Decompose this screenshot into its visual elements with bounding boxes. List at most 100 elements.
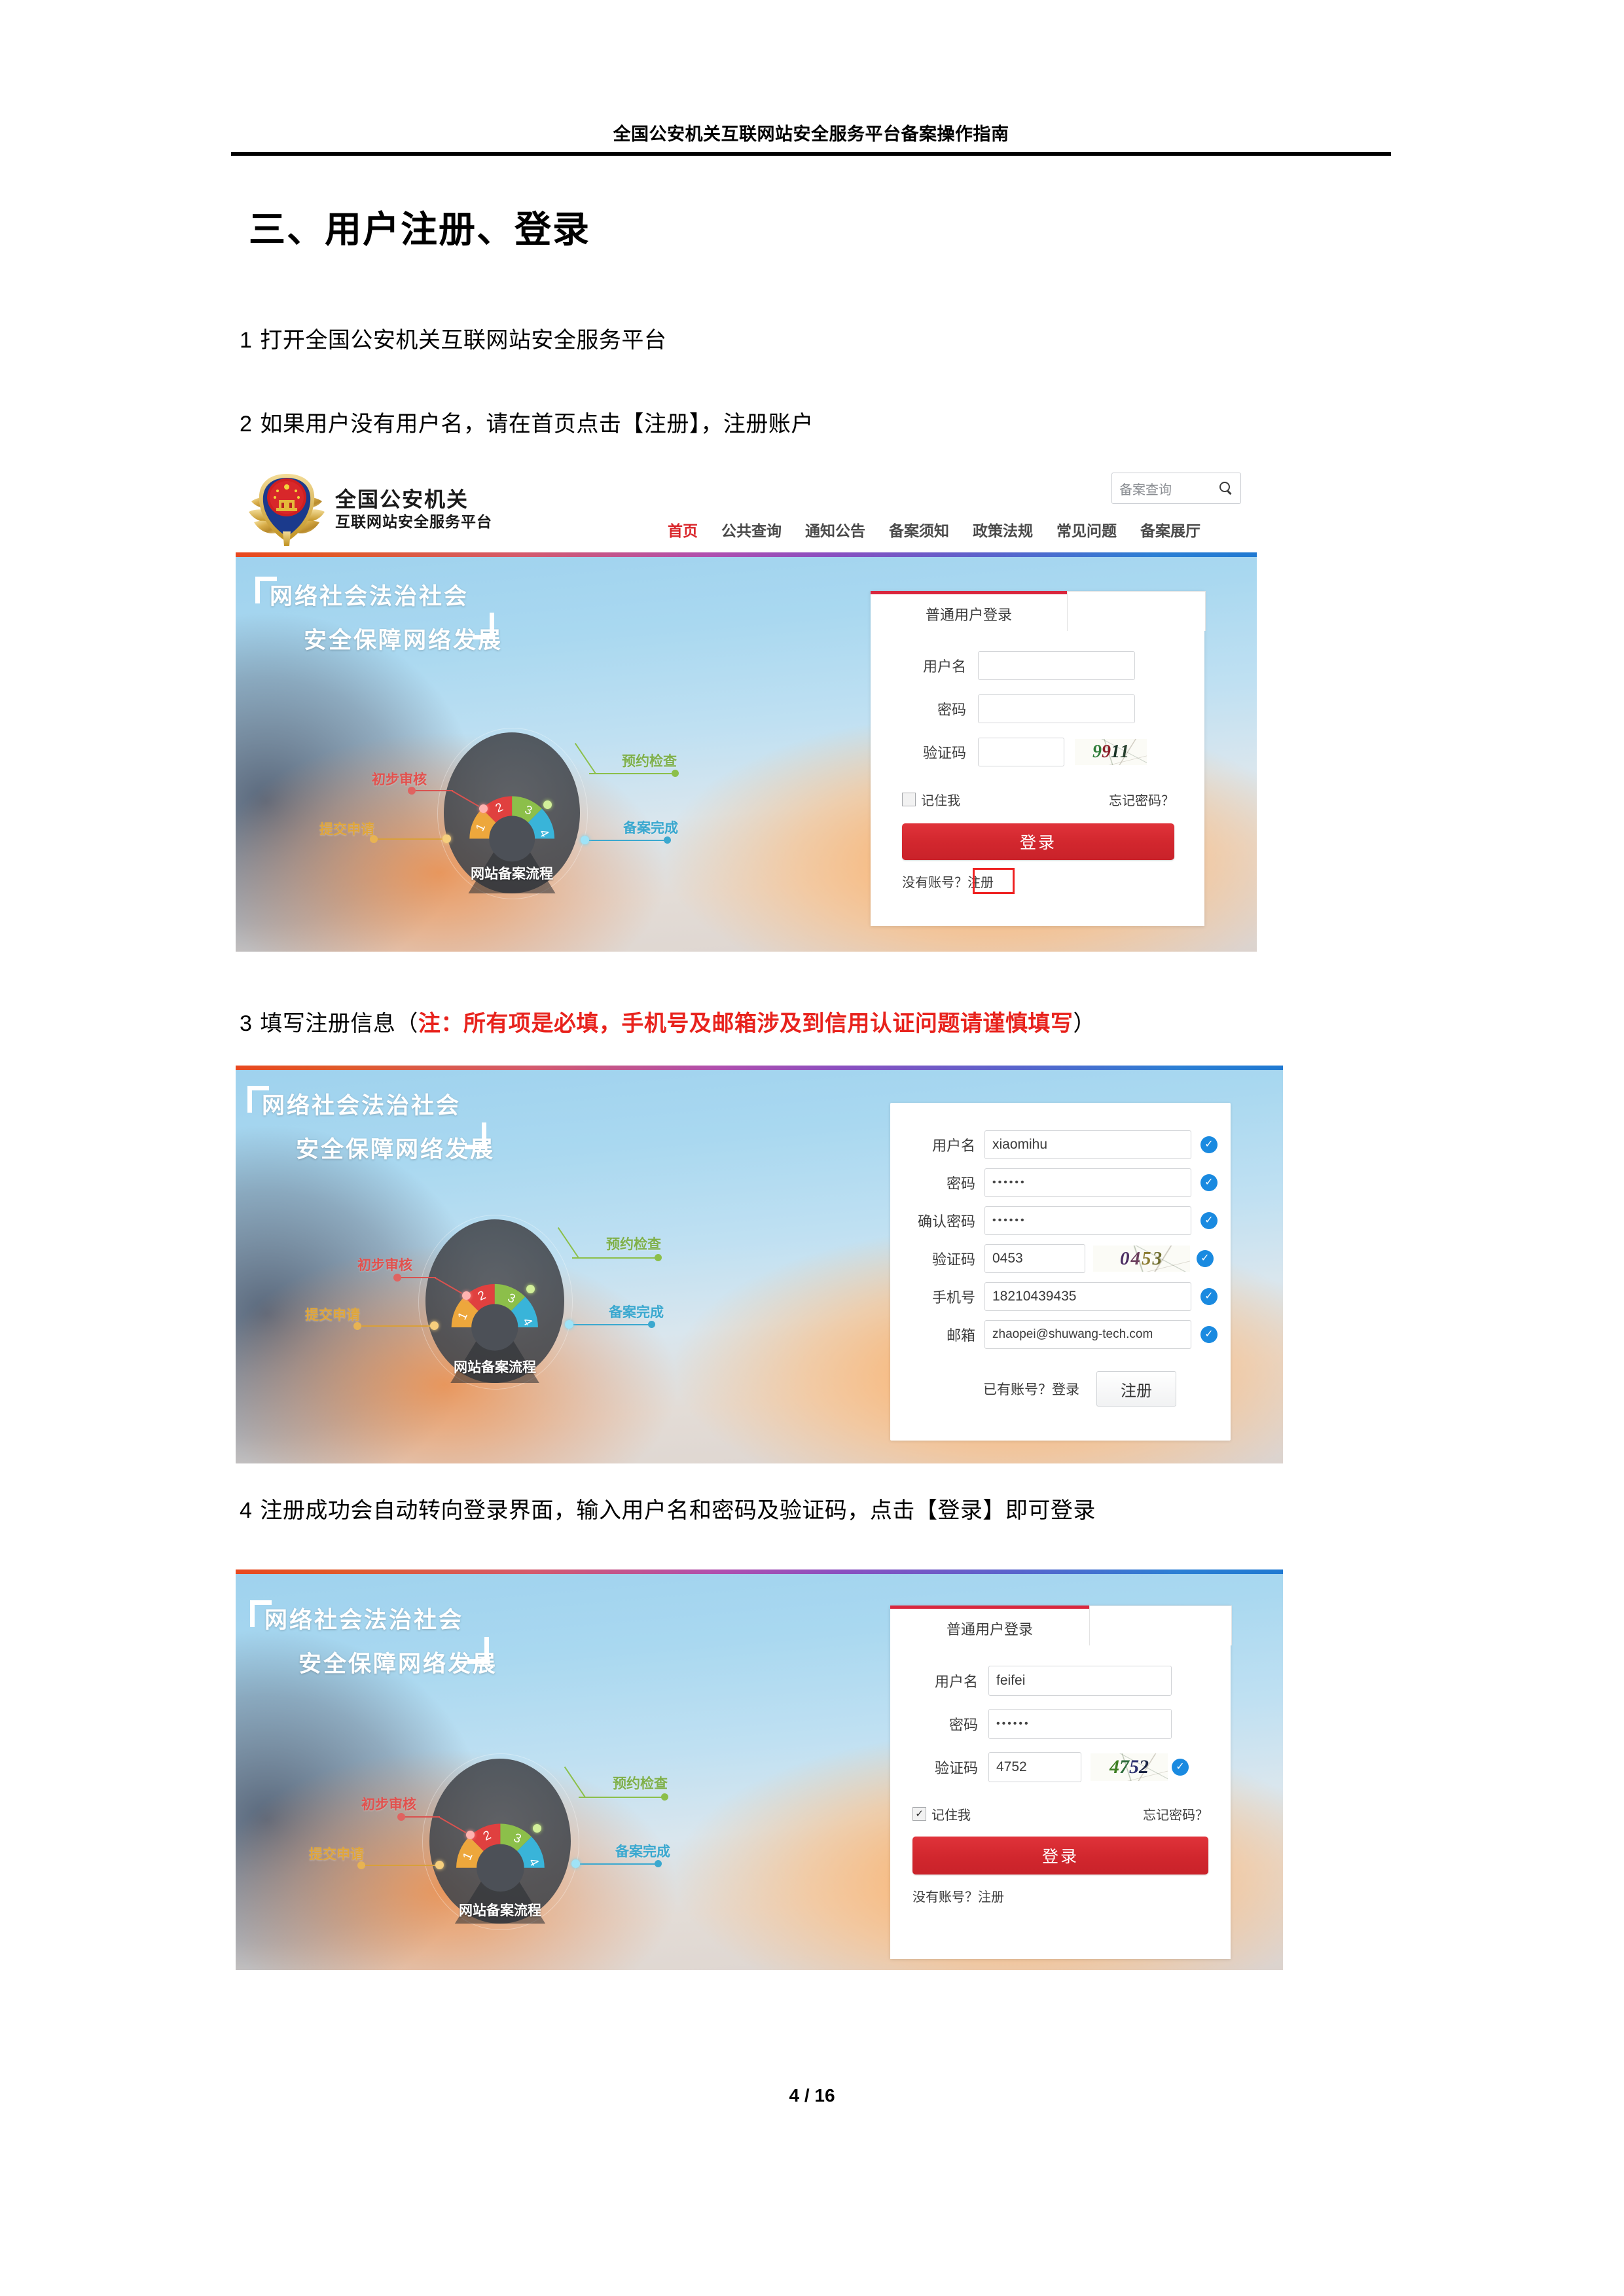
register-email-value: zhaopei@shuwang-tech.com — [992, 1327, 1153, 1341]
register-captcha-input[interactable]: 0453 — [984, 1244, 1085, 1273]
register-captcha-char-3: 5 — [1142, 1247, 1153, 1269]
register-password-input[interactable]: •••••• — [984, 1168, 1191, 1197]
step-4: 4 注册成功会自动转向登录界面，输入用户名和密码及验证码，点击【登录】即可登录 — [240, 1492, 1096, 1524]
login2-username-label: 用户名 — [934, 1674, 978, 1690]
callout-dot-2-3 — [397, 1813, 405, 1821]
step-4-text: 注册成功会自动转向登录界面，输入用户名和密码及验证码，点击【登录】即可登录 — [260, 1498, 1096, 1523]
hero-slogan-line-1: 网络社会法治社会 — [270, 584, 469, 609]
register-link-2[interactable]: 注册 — [978, 1886, 1004, 1905]
register-email-input[interactable]: zhaopei@shuwang-tech.com — [984, 1320, 1191, 1349]
register-username-input[interactable]: xiaomihu — [984, 1130, 1191, 1159]
gradient-divider-bar-2 — [236, 1066, 1283, 1070]
callout-endpoint-2 — [479, 804, 488, 813]
nav-item-public-query[interactable]: 公共查询 — [721, 518, 782, 541]
tab-secondary-2[interactable] — [1089, 1605, 1232, 1645]
register-phone-input[interactable]: 18210439435 — [984, 1282, 1191, 1311]
callout-endpoint-3 — [543, 800, 552, 809]
forgot-password-link-2[interactable]: 忘记密码？ — [1143, 1804, 1208, 1823]
step-2: 2 如果用户没有用户名，请在首页点击【注册】，注册账户 — [240, 406, 814, 438]
register-captcha-image[interactable]: 0453 — [1093, 1246, 1190, 1272]
wheel-title: 网站备案流程 — [471, 867, 553, 882]
login-button-2[interactable]: 登录 — [912, 1837, 1208, 1874]
login-username-row: 用户名 — [901, 651, 1204, 680]
register-email-row: 邮箱 zhaopei@shuwang-tech.com ✓ — [907, 1320, 1231, 1349]
no-account-row-2: 没有账号？ 注册 — [912, 1886, 1231, 1905]
captcha-char-4: 1 — [1120, 742, 1129, 762]
no-account-row: 没有账号？ 注册 — [902, 868, 1204, 894]
registration-card: 用户名 xiaomihu ✓ 密码 •••••• ✓ 确认密码 •••••• ✓… — [890, 1103, 1231, 1441]
login-username-input[interactable] — [978, 651, 1135, 680]
tab-normal-user-login-2[interactable]: 普通用户登录 — [890, 1605, 1089, 1648]
callout-line-1-2 — [360, 1325, 433, 1327]
callout-submit-application-3: 提交申请 — [309, 1847, 364, 1862]
login2-captcha-char-2: 7 — [1119, 1756, 1129, 1778]
tab-secondary[interactable] — [1067, 591, 1206, 631]
callout-endpoint-2-3 — [466, 1831, 475, 1839]
callout-appointment-check-2: 预约检查 — [606, 1237, 661, 1252]
running-header-text: 全国公安机关互联网站安全服务平台备案操作指南 — [613, 124, 1009, 144]
remember-me-control[interactable]: 记住我 — [902, 790, 960, 809]
register-captcha-row: 验证码 0453 0453 ✓ — [907, 1244, 1231, 1273]
login2-password-input[interactable]: •••••• — [988, 1709, 1172, 1739]
callout-line-4-2 — [573, 1324, 652, 1325]
step-2-text: 如果用户没有用户名，请在首页点击【注册】，注册账户 — [260, 412, 814, 437]
login2-username-input[interactable]: feifei — [988, 1666, 1172, 1696]
login2-captcha-image[interactable]: 4752 — [1091, 1753, 1168, 1781]
login2-captcha-input[interactable]: 4752 — [988, 1752, 1081, 1782]
remember-me-control-2[interactable]: ✓ 记住我 — [912, 1804, 971, 1823]
callout-submit-application: 提交申请 — [319, 822, 374, 837]
remember-me-checkbox-2[interactable]: ✓ — [912, 1807, 926, 1821]
register-link-highlight-box — [973, 868, 1015, 894]
callout-dot-4-3 — [655, 1860, 662, 1867]
callout-dot-1-3 — [357, 1861, 365, 1869]
register-button[interactable]: 注册 — [1096, 1371, 1176, 1407]
brand-line-1: 全国公安机关 — [335, 488, 469, 511]
nav-item-policy[interactable]: 政策法规 — [973, 518, 1033, 541]
login-password-label: 密码 — [937, 702, 966, 718]
login-button[interactable]: 登录 — [902, 823, 1174, 860]
callout-dot-3-2 — [655, 1254, 662, 1261]
login-password-input[interactable] — [978, 694, 1135, 723]
brand-line-2: 互联网站安全服务平台 — [335, 513, 492, 531]
login-captcha-input[interactable] — [978, 738, 1064, 766]
remember-me-checkbox[interactable] — [902, 793, 916, 806]
nav-item-notice[interactable]: 通知公告 — [805, 518, 865, 541]
callout-dot-4-2 — [648, 1321, 655, 1328]
header-rule — [231, 152, 1391, 156]
have-account-login-link[interactable]: 已有账号？登录 — [983, 1379, 1079, 1399]
login2-username-row: 用户名 feifei — [912, 1666, 1231, 1696]
register-confirm-password-input[interactable]: •••••• — [984, 1206, 1191, 1235]
step-3: 3 填写注册信息（注：所有项是必填，手机号及邮箱涉及到信用认证问题请谨慎填写） — [240, 1005, 1096, 1037]
callout-filing-complete-2: 备案完成 — [609, 1305, 664, 1320]
register-password-label: 密码 — [946, 1175, 975, 1192]
forgot-password-link[interactable]: 忘记密码？ — [1109, 790, 1174, 809]
nav-item-filing-notes[interactable]: 备案须知 — [889, 518, 949, 541]
login2-captcha-char-1: 4 — [1110, 1756, 1119, 1778]
register-username-row: 用户名 xiaomihu ✓ — [907, 1130, 1231, 1159]
callout-dot-3 — [672, 770, 679, 777]
nav-item-faq[interactable]: 常见问题 — [1056, 518, 1117, 541]
valid-check-icon-phone: ✓ — [1200, 1288, 1218, 1305]
callout-line-1-3 — [364, 1865, 439, 1866]
nav-item-showroom[interactable]: 备案展厅 — [1140, 518, 1200, 541]
callout-endpoint-4-3 — [571, 1859, 580, 1868]
callout-line-4 — [589, 840, 668, 841]
filing-flow-wheel-2: 1 2 3 4 网站备案流程 — [418, 1214, 573, 1390]
no-account-prefix: 没有账号？ — [902, 876, 967, 890]
step-1-text: 打开全国公安机关互联网站安全服务平台 — [260, 328, 667, 353]
search-input[interactable]: 备案查询 — [1111, 473, 1241, 504]
wheel-title-2: 网站备案流程 — [454, 1360, 536, 1375]
login-captcha-image[interactable]: 9911 — [1075, 739, 1147, 765]
register-actions-row: 已有账号？登录 注册 — [983, 1371, 1231, 1407]
login-options-row: 记住我 忘记密码？ — [902, 790, 1174, 809]
nav-item-home[interactable]: 首页 — [668, 518, 698, 541]
register-captcha-label: 验证码 — [931, 1251, 975, 1268]
page-title: 三、用户注册、登录 — [249, 209, 590, 250]
callout-dot-3-3 — [661, 1793, 668, 1801]
login-tabstrip-2: 普通用户登录 — [890, 1605, 1232, 1648]
callout-dot-2 — [408, 787, 416, 795]
search-icon[interactable] — [1219, 482, 1233, 495]
tab-normal-user-login[interactable]: 普通用户登录 — [871, 591, 1067, 634]
callout-endpoint-1-3 — [435, 1861, 444, 1869]
register-username-label: 用户名 — [931, 1138, 975, 1154]
